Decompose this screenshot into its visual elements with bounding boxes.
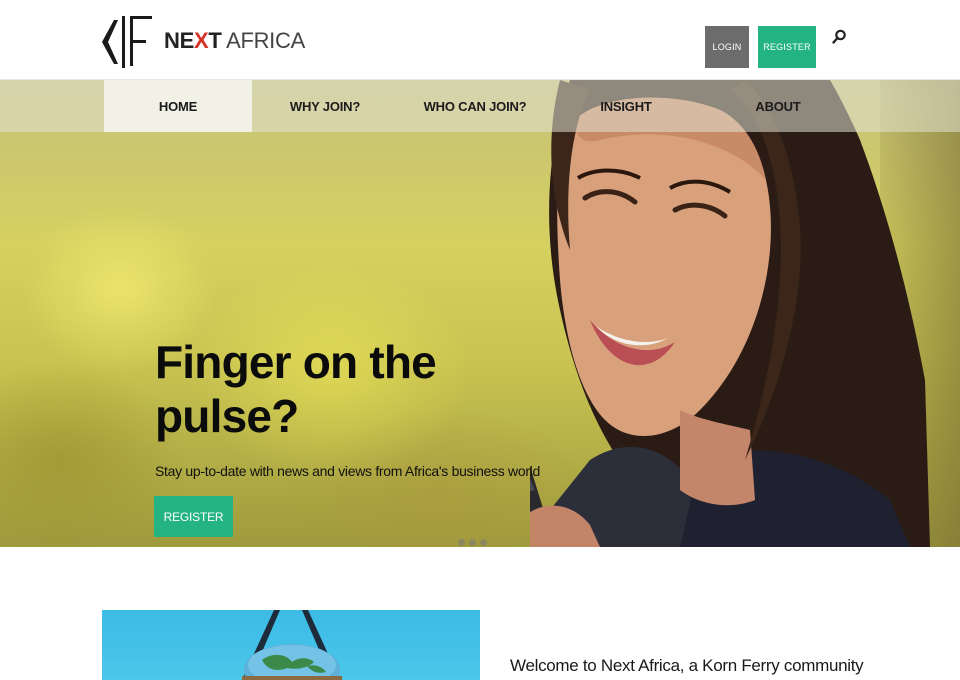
feature-image xyxy=(102,610,480,680)
logo-text: NEXT AFRICA xyxy=(164,28,305,54)
register-button[interactable]: REGISTER xyxy=(758,26,816,68)
hero-woman-image xyxy=(530,80,930,547)
nav-insight[interactable]: INSIGHT xyxy=(580,80,672,132)
hero-register-button[interactable]: REGISTER xyxy=(154,496,233,537)
logo-text-ne: NE xyxy=(164,28,194,53)
logo-text-africa: AFRICA xyxy=(221,28,305,53)
hero-title: Finger on the pulse? xyxy=(155,336,437,442)
carousel-indicators xyxy=(458,539,487,546)
login-button[interactable]: LOGIN xyxy=(705,26,749,68)
logo[interactable]: NEXT AFRICA xyxy=(100,12,305,70)
hero-subtitle: Stay up-to-date with news and views from… xyxy=(155,463,540,479)
logo-text-x: X xyxy=(193,28,209,53)
search-icon[interactable] xyxy=(830,28,848,46)
hero-banner: HOME WHY JOIN? WHO CAN JOIN? INSIGHT ABO… xyxy=(0,80,960,547)
carousel-dot[interactable] xyxy=(469,539,476,546)
carousel-dot[interactable] xyxy=(458,539,465,546)
nav-why-join[interactable]: WHY JOIN? xyxy=(270,80,380,132)
logo-text-t: T xyxy=(208,28,222,53)
site-header: NEXT AFRICA LOGIN REGISTER xyxy=(0,0,960,80)
globe-illustration-icon xyxy=(242,610,342,680)
main-nav: HOME WHY JOIN? WHO CAN JOIN? INSIGHT ABO… xyxy=(0,80,960,132)
nav-home[interactable]: HOME xyxy=(104,80,252,132)
nav-about[interactable]: ABOUT xyxy=(740,80,816,132)
logo-mark-icon xyxy=(102,16,152,68)
nav-who-can-join[interactable]: WHO CAN JOIN? xyxy=(410,80,540,132)
carousel-dot[interactable] xyxy=(480,539,487,546)
welcome-heading: Welcome to Next Africa, a Korn Ferry com… xyxy=(510,656,864,675)
